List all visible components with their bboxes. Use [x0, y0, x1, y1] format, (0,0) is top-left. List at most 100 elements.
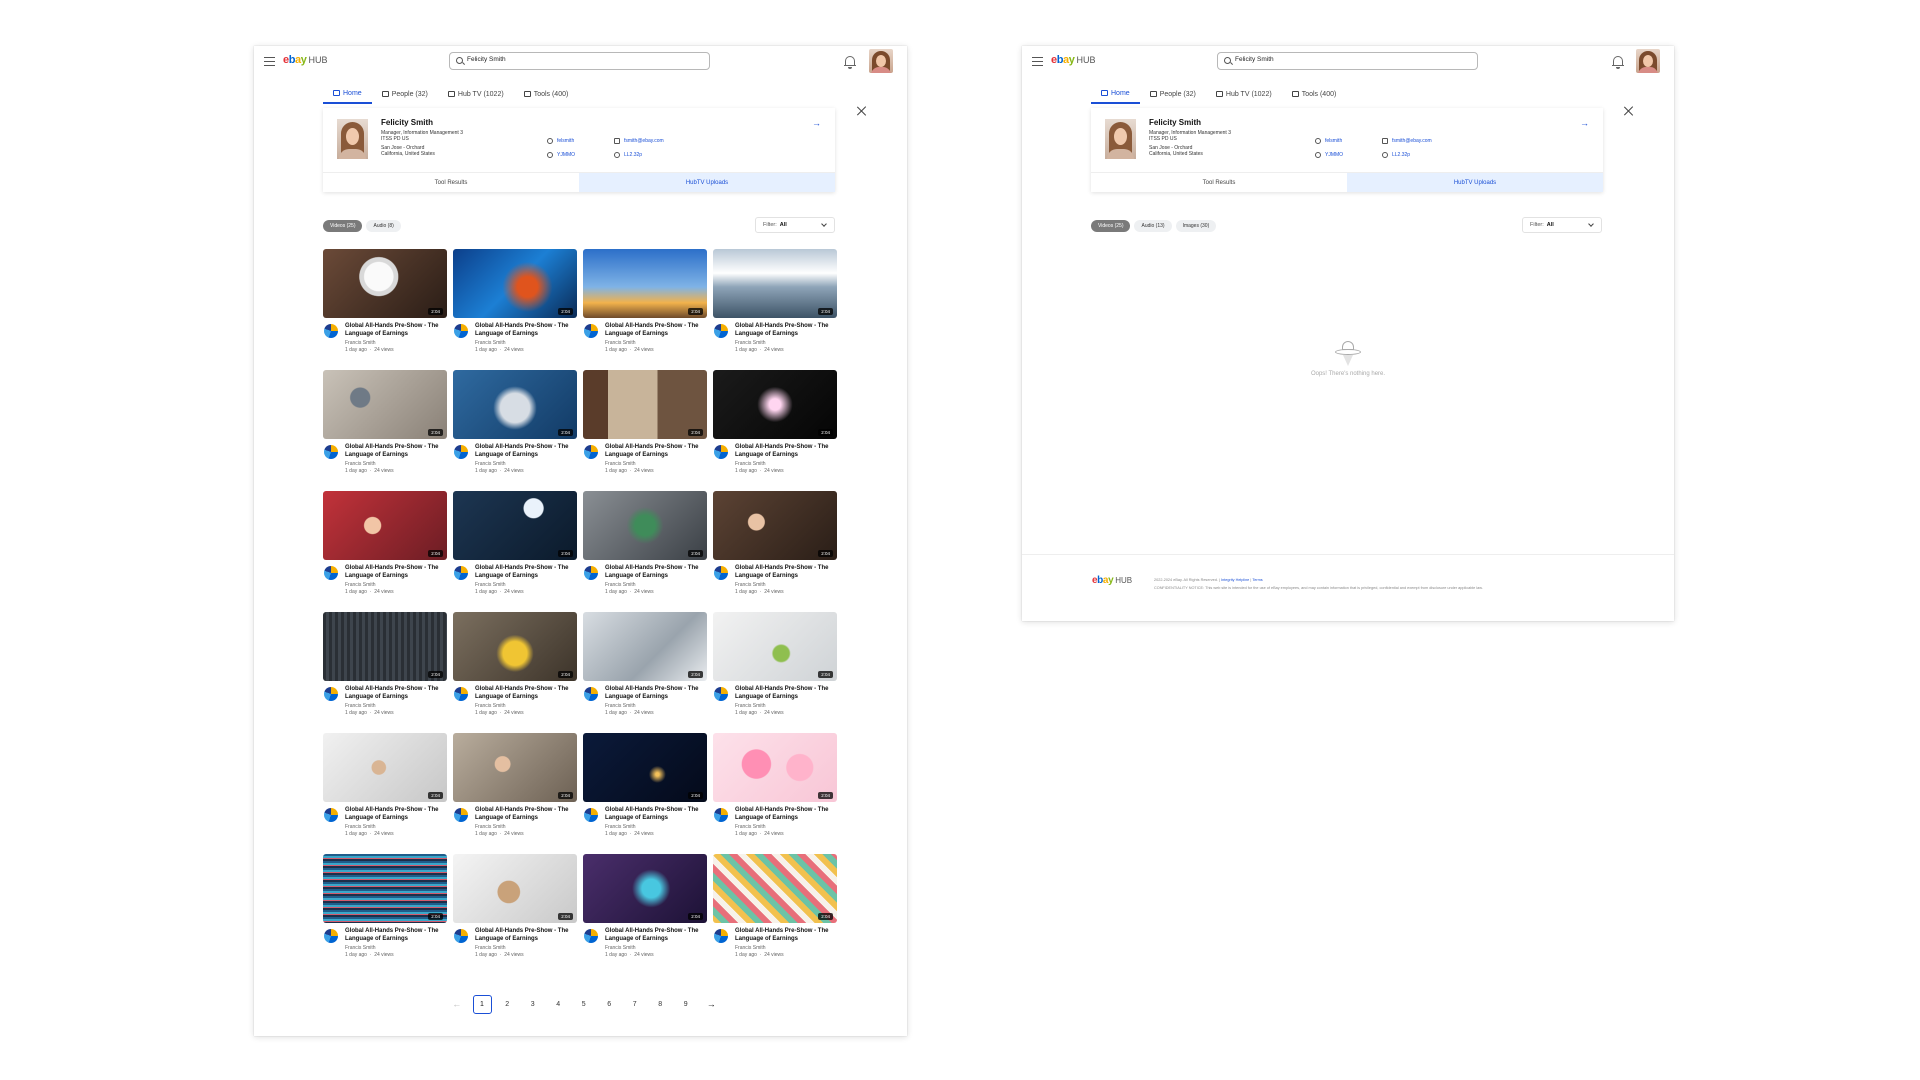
channel-avatar[interactable] [324, 324, 338, 338]
search-input[interactable]: Felicity Smith [449, 52, 710, 70]
video-thumbnail[interactable]: 2:04 [583, 370, 707, 439]
video-thumbnail[interactable]: 2:04 [583, 854, 707, 923]
page-button[interactable]: 3 [520, 1001, 546, 1008]
menu-icon[interactable] [1032, 57, 1043, 66]
video-title[interactable]: Global All-Hands Pre-Show - The Language… [735, 806, 839, 822]
video-title[interactable]: Global All-Hands Pre-Show - The Language… [735, 927, 839, 943]
video-card[interactable]: 2:04 Global All-Hands Pre-Show - The Lang… [323, 249, 447, 359]
video-thumbnail[interactable]: 2:04 [453, 370, 577, 439]
chip-images[interactable]: Images (30) [1175, 220, 1217, 232]
channel-avatar[interactable] [324, 929, 338, 943]
video-card[interactable]: 2:04 Global All-Hands Pre-Show - The Lang… [453, 733, 577, 843]
ebay-hub-logo[interactable]: ebay HUB [1051, 54, 1096, 66]
channel-avatar[interactable] [584, 808, 598, 822]
channel-avatar[interactable] [324, 566, 338, 580]
channel-avatar[interactable] [714, 445, 728, 459]
tab-home[interactable]: Home [323, 84, 372, 104]
page-button[interactable]: 6 [597, 1001, 623, 1008]
video-thumbnail[interactable]: 2:04 [323, 370, 447, 439]
page-button[interactable]: 1 [472, 994, 492, 1014]
video-thumbnail[interactable]: 2:04 [713, 854, 837, 923]
channel-avatar[interactable] [584, 324, 598, 338]
tab-people[interactable]: People (32) [372, 84, 438, 104]
tab-tools[interactable]: Tools (400) [514, 84, 579, 104]
video-card[interactable]: 2:04 Global All-Hands Pre-Show - The Lang… [583, 370, 707, 480]
footer-link-helpline[interactable]: Integrity Helpline [1221, 578, 1249, 582]
video-title[interactable]: Global All-Hands Pre-Show - The Language… [605, 806, 709, 822]
video-thumbnail[interactable]: 2:04 [453, 733, 577, 802]
subtab-tool-results[interactable]: Tool Results [1091, 173, 1347, 192]
video-card[interactable]: 2:04 Global All-Hands Pre-Show - The Lang… [713, 249, 837, 359]
avatar[interactable] [1636, 49, 1660, 73]
video-card[interactable]: 2:04 Global All-Hands Pre-Show - The Lang… [713, 733, 837, 843]
channel-avatar[interactable] [324, 445, 338, 459]
video-title[interactable]: Global All-Hands Pre-Show - The Language… [735, 564, 839, 580]
video-thumbnail[interactable]: 2:04 [453, 491, 577, 560]
video-author[interactable]: Francis Smith [735, 703, 766, 709]
page-button[interactable]: 2 [495, 1001, 521, 1008]
channel-avatar[interactable] [324, 808, 338, 822]
video-card[interactable]: 2:04 Global All-Hands Pre-Show - The Lang… [323, 854, 447, 964]
video-author[interactable]: Francis Smith [735, 461, 766, 467]
video-card[interactable]: 2:04 Global All-Hands Pre-Show - The Lang… [713, 612, 837, 722]
video-card[interactable]: 2:04 Global All-Hands Pre-Show - The Lang… [583, 491, 707, 601]
video-author[interactable]: Francis Smith [605, 703, 636, 709]
channel-avatar[interactable] [454, 445, 468, 459]
video-thumbnail[interactable]: 2:04 [323, 491, 447, 560]
channel-avatar[interactable] [584, 566, 598, 580]
video-card[interactable]: 2:04 Global All-Hands Pre-Show - The Lang… [713, 854, 837, 964]
video-thumbnail[interactable]: 2:04 [323, 249, 447, 318]
profile-username[interactable]: felsmith [547, 138, 574, 144]
profile-desk[interactable]: LL2.32p [1382, 152, 1410, 158]
channel-avatar[interactable] [454, 929, 468, 943]
video-card[interactable]: 2:04 Global All-Hands Pre-Show - The Lang… [453, 491, 577, 601]
page-button[interactable]: 5 [571, 1001, 597, 1008]
page-button[interactable]: 9 [673, 1001, 699, 1008]
video-thumbnail[interactable]: 2:04 [323, 854, 447, 923]
video-title[interactable]: Global All-Hands Pre-Show - The Language… [605, 927, 709, 943]
filter-dropdown[interactable]: Filter: All [1522, 217, 1602, 233]
video-thumbnail[interactable]: 2:04 [713, 612, 837, 681]
video-author[interactable]: Francis Smith [345, 340, 376, 346]
video-title[interactable]: Global All-Hands Pre-Show - The Language… [475, 443, 579, 459]
video-title[interactable]: Global All-Hands Pre-Show - The Language… [345, 806, 449, 822]
video-author[interactable]: Francis Smith [345, 461, 376, 467]
video-card[interactable]: 2:04 Global All-Hands Pre-Show - The Lang… [453, 854, 577, 964]
channel-avatar[interactable] [584, 687, 598, 701]
channel-avatar[interactable] [714, 929, 728, 943]
chip-videos[interactable]: Videos (25) [323, 220, 363, 232]
video-title[interactable]: Global All-Hands Pre-Show - The Language… [345, 443, 449, 459]
video-author[interactable]: Francis Smith [605, 824, 636, 830]
video-thumbnail[interactable]: 2:04 [583, 249, 707, 318]
profile-code[interactable]: YJMMO [1315, 152, 1343, 158]
prev-page-button[interactable]: ← [444, 999, 470, 1009]
video-card[interactable]: 2:04 Global All-Hands Pre-Show - The Lang… [453, 612, 577, 722]
channel-avatar[interactable] [714, 566, 728, 580]
video-title[interactable]: Global All-Hands Pre-Show - The Language… [475, 927, 579, 943]
video-title[interactable]: Global All-Hands Pre-Show - The Language… [475, 564, 579, 580]
channel-avatar[interactable] [714, 687, 728, 701]
chip-audio[interactable]: Audio (13) [1134, 220, 1172, 232]
video-thumbnail[interactable]: 2:04 [713, 491, 837, 560]
video-thumbnail[interactable]: 2:04 [583, 491, 707, 560]
video-card[interactable]: 2:04 Global All-Hands Pre-Show - The Lang… [453, 249, 577, 359]
video-card[interactable]: 2:04 Global All-Hands Pre-Show - The Lang… [323, 370, 447, 480]
tab-hub-tv[interactable]: Hub TV (1022) [438, 84, 514, 104]
video-author[interactable]: Francis Smith [605, 461, 636, 467]
video-card[interactable]: 2:04 Global All-Hands Pre-Show - The Lang… [323, 733, 447, 843]
video-card[interactable]: 2:04 Global All-Hands Pre-Show - The Lang… [453, 370, 577, 480]
bell-icon[interactable] [844, 55, 856, 69]
video-thumbnail[interactable]: 2:04 [453, 854, 577, 923]
channel-avatar[interactable] [324, 687, 338, 701]
video-thumbnail[interactable]: 2:04 [713, 249, 837, 318]
video-card[interactable]: 2:04 Global All-Hands Pre-Show - The Lang… [583, 854, 707, 964]
page-button[interactable]: 4 [546, 1001, 572, 1008]
search-input[interactable]: Felicity Smith [1217, 52, 1478, 70]
video-title[interactable]: Global All-Hands Pre-Show - The Language… [605, 685, 709, 701]
page-button[interactable]: 8 [648, 1001, 674, 1008]
video-thumbnail[interactable]: 2:04 [453, 249, 577, 318]
channel-avatar[interactable] [714, 808, 728, 822]
video-author[interactable]: Francis Smith [735, 945, 766, 951]
video-author[interactable]: Francis Smith [475, 945, 506, 951]
video-title[interactable]: Global All-Hands Pre-Show - The Language… [605, 322, 709, 338]
